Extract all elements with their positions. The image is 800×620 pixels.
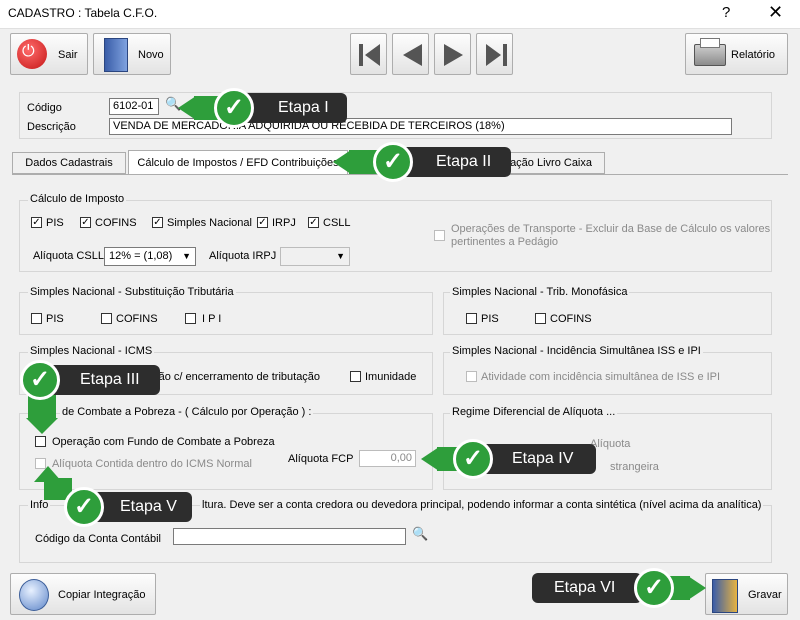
help-icon[interactable]: ? [722,4,730,21]
sn-icms-operacao-label: ação c/ encerramento de tributação [147,371,321,383]
novo-button[interactable]: Novo [93,33,171,75]
sair-button[interactable]: ⏻ Sair [10,33,88,75]
sn-st-group [19,292,433,335]
aliquota-irpj-label: Alíquota IRPJ [209,250,277,262]
aliquota-contida-label: Alíquota Contida dentro do ICMS Normal [52,458,252,470]
cofins-label: COFINS [95,217,137,229]
search-icon[interactable]: 🔍 [412,526,428,542]
sn-st-pis-checkbox[interactable] [31,313,42,324]
transporte-label: Operações de Transporte - Excluir da Bas… [451,223,771,248]
sn-mono-pis-checkbox[interactable] [466,313,477,324]
last-record-button[interactable] [476,33,513,75]
gravar-button[interactable]: Gravar [705,573,788,615]
csll-label: CSLL [323,217,351,229]
next-icon [444,44,463,66]
relatorio-button[interactable]: Relatório [685,33,788,75]
aliquota-csll-value: 12% = (1,08) [109,250,173,262]
cofins-checkbox[interactable]: ✓ [80,217,91,228]
codigo-label: Código [27,102,62,114]
etapa-6-callout: Etapa VI [532,573,642,603]
codigo-input[interactable]: 6102-01 [109,98,159,115]
etapa-3-arrow [26,418,58,434]
tab-dados-cadastrais[interactable]: Dados Cadastrais [12,152,126,174]
etapa-3-check-icon: ✓ [20,360,60,400]
last-icon [486,44,507,66]
imunidade-checkbox[interactable] [350,371,361,382]
next-record-button[interactable] [434,33,471,75]
calculo-imposto-title: Cálculo de Imposto [28,193,127,205]
sn-st-cofins-label: COFINS [116,313,158,325]
fcp-operacao-label: Operação com Fundo de Combate a Pobreza [52,436,275,448]
aliquota-fcp-input[interactable]: 0,00 [359,450,416,467]
window-title: CADASTRO : Tabela C.F.O. [8,6,158,20]
sn-mono-cofins-checkbox[interactable] [535,313,546,324]
fcp-title: de Combate a Pobreza - ( Cálculo por Ope… [60,406,314,418]
etapa-5-check-icon: ✓ [64,487,104,527]
fcp-operacao-checkbox[interactable] [35,436,46,447]
previous-record-button[interactable] [392,33,429,75]
imunidade-label: Imunidade [365,371,417,383]
simples-nacional-checkbox[interactable]: ✓ [152,217,163,228]
descricao-input[interactable]: VENDA DE MERCADORIA ADQUIRIDA OU RECEBID… [109,118,732,135]
sn-st-pis-label: PIS [46,313,64,325]
first-record-button[interactable] [350,33,387,75]
copy-icon [19,579,49,611]
integracao-title: ltura. Deve ser a conta credora ou deved… [200,499,764,511]
integracao-prefix: Info [28,499,51,511]
sn-st-cofins-checkbox[interactable] [101,313,112,324]
aliquota-csll-select[interactable]: 12% = (1,08) ▼ [104,247,196,266]
irpj-checkbox[interactable]: ✓ [257,217,268,228]
sn-st-ipi-label: I P I [202,313,222,325]
sn-st-title: Simples Nacional - Substituição Tributár… [28,286,236,298]
power-glyph: ⏻ [22,43,35,60]
pis-label: PIS [46,217,64,229]
atividade-label: Atividade com incidência simultânea de I… [481,371,721,383]
title-bar: CADASTRO : Tabela C.F.O. ? ✕ [0,0,800,29]
etapa-4-check-icon: ✓ [453,439,493,479]
tab-calculo-impostos[interactable]: Cálculo de Impostos / EFD Contribuições [128,150,348,175]
novo-label: Novo [138,49,164,61]
etapa-6-check-icon: ✓ [634,568,674,608]
sair-label: Sair [58,49,78,61]
regime-item-2: strangeira [610,461,659,473]
chevron-down-icon: ▼ [182,251,191,261]
descricao-label: Descrição [27,121,76,133]
atividade-checkbox[interactable] [466,371,477,382]
relatorio-label: Relatório [731,49,776,61]
gravar-label: Gravar [748,589,782,601]
aliquota-csll-label: Alíquota CSLL [33,250,104,262]
sn-icms-title: Simples Nacional - ICMS [28,345,155,357]
copiar-integracao-button[interactable]: Copiar Integração [10,573,156,615]
sn-st-ipi-checkbox[interactable] [185,313,196,324]
etapa-6-arrow [688,576,706,600]
etapa-2-check-icon: ✓ [373,142,413,182]
aliquota-fcp-label: Alíquota FCP [288,453,354,465]
sn-mono-pis-label: PIS [481,313,499,325]
etapa-4-callout: Etapa IV [478,444,596,474]
csll-checkbox[interactable]: ✓ [308,217,319,228]
regime-title: Regime Diferencial de Alíquota ... [450,406,618,418]
regime-item-1: Alíquota [590,438,631,450]
simples-nacional-label: Simples Nacional [167,217,252,229]
close-icon[interactable]: ✕ [768,2,783,23]
aliquota-irpj-select[interactable]: ▼ [280,247,350,266]
sn-iss-title: Simples Nacional - Incidência Simultânea… [450,345,703,357]
sn-mono-cofins-label: COFINS [550,313,592,325]
save-icon [712,579,738,613]
printer-paper [700,38,720,48]
chevron-down-icon: ▼ [336,251,345,261]
conta-contabil-input[interactable] [173,528,406,545]
sn-mono-title: Simples Nacional - Trib. Monofásica [450,286,630,298]
first-icon [359,44,380,66]
irpj-label: IRPJ [272,217,296,229]
pis-checkbox[interactable]: ✓ [31,217,42,228]
conta-contabil-label: Código da Conta Contábil [35,533,161,545]
previous-icon [403,44,422,66]
copiar-integracao-label: Copiar Integração [58,589,146,601]
transporte-checkbox[interactable] [434,230,445,241]
etapa-1-callout: Etapa I [238,93,347,123]
etapa-1-check-icon: ✓ [214,88,254,128]
book-icon [104,38,128,72]
